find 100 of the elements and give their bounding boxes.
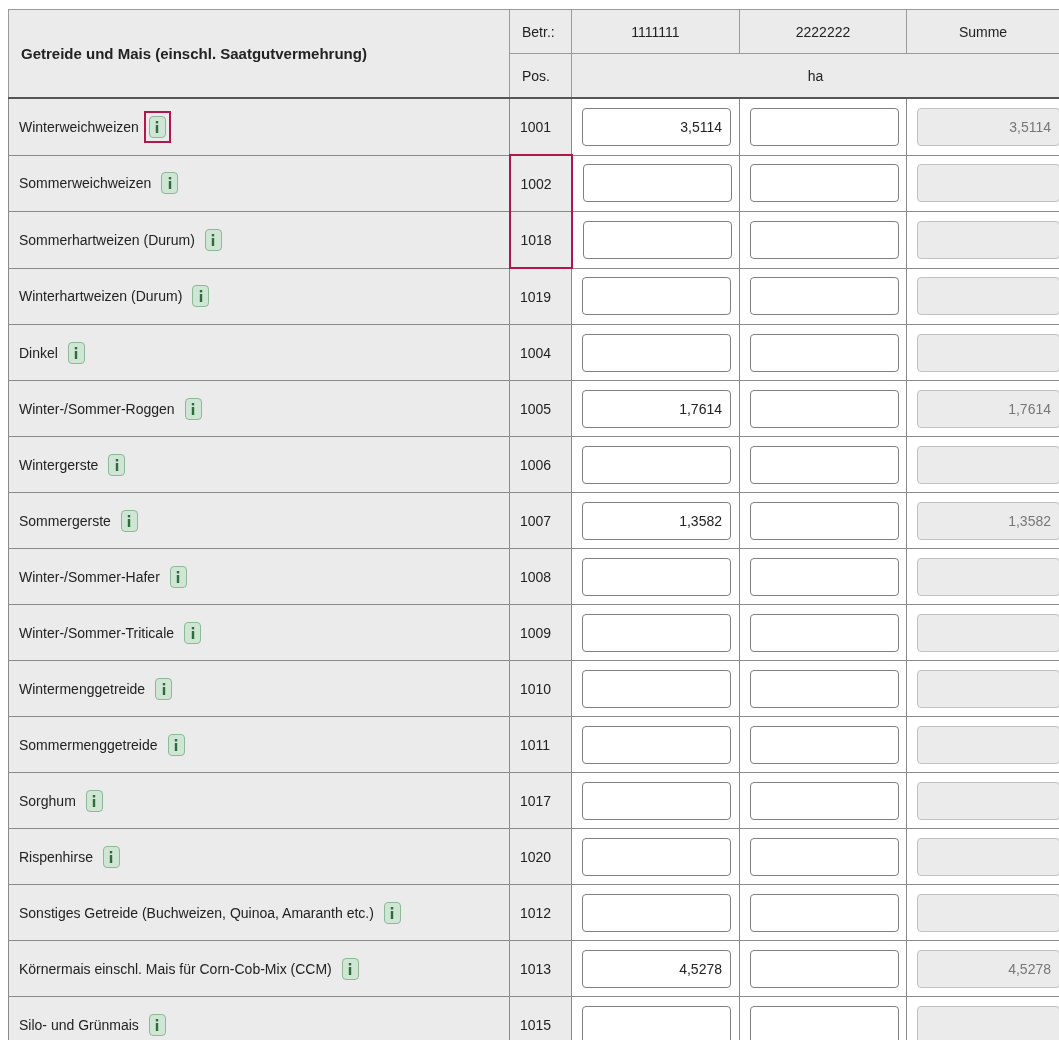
info-button[interactable]: [67, 341, 85, 364]
info-button[interactable]: [161, 172, 179, 195]
area-input[interactable]: [582, 781, 731, 820]
area-input[interactable]: [582, 333, 731, 372]
column-header: Summe: [906, 9, 1059, 54]
sum-field[interactable]: 1,7614: [917, 389, 1059, 428]
info-button[interactable]: [102, 845, 120, 868]
sum-field[interactable]: [917, 333, 1059, 372]
sum-field[interactable]: [917, 725, 1059, 764]
sum-field[interactable]: [917, 893, 1059, 932]
area-input[interactable]: 3,5114: [582, 107, 731, 146]
info-button[interactable]: [184, 621, 202, 644]
area-input[interactable]: 1,3582: [582, 501, 731, 540]
info-button[interactable]: [120, 509, 138, 532]
area-input[interactable]: 1,7614: [582, 389, 731, 428]
area-input[interactable]: [750, 725, 899, 764]
info-icon: [109, 850, 114, 863]
area-input[interactable]: [750, 893, 899, 932]
position-cell: 1007: [509, 492, 572, 549]
info-icon: [127, 514, 132, 527]
area-input[interactable]: [750, 164, 899, 203]
info-button[interactable]: [341, 957, 359, 980]
area-input[interactable]: [750, 613, 899, 652]
area-input[interactable]: [582, 1005, 731, 1040]
area-input[interactable]: [582, 557, 731, 596]
area-input[interactable]: [750, 781, 899, 820]
area-input[interactable]: [582, 220, 732, 259]
info-button[interactable]: [204, 228, 222, 251]
sum-field[interactable]: 1,3582: [917, 501, 1059, 540]
info-icon: [191, 402, 196, 415]
sum-field[interactable]: 4,5278: [917, 949, 1059, 988]
info-button[interactable]: [167, 733, 185, 756]
info-button[interactable]: [184, 397, 202, 420]
info-button[interactable]: [383, 901, 401, 924]
position-cell: 1017: [509, 772, 572, 829]
area-input[interactable]: [750, 277, 899, 316]
sum-field[interactable]: [917, 837, 1059, 876]
area-input[interactable]: [582, 164, 732, 203]
position-cell: 1010: [509, 660, 572, 717]
sum-field[interactable]: [917, 781, 1059, 820]
area-input[interactable]: [750, 949, 899, 988]
column-header: 1111111: [571, 9, 740, 54]
info-button[interactable]: [192, 285, 210, 308]
position-cell: 1015: [509, 996, 572, 1040]
info-icon: [74, 346, 79, 359]
column-header: Betr.:: [509, 9, 572, 54]
info-button[interactable]: [85, 789, 103, 812]
column-header: Pos.: [509, 53, 572, 98]
info-icon: [176, 570, 181, 583]
area-input[interactable]: [582, 613, 731, 652]
crop-name: Wintergerste: [19, 456, 99, 473]
area-input[interactable]: 4,5278: [582, 949, 731, 988]
info-button[interactable]: [108, 453, 126, 476]
info-icon: [92, 794, 97, 807]
info-button[interactable]: [148, 115, 166, 138]
area-input[interactable]: [750, 220, 899, 259]
unit-header: ha: [571, 53, 1059, 98]
sum-field[interactable]: [917, 445, 1059, 484]
area-input[interactable]: [582, 725, 731, 764]
area-input[interactable]: [750, 837, 899, 876]
sum-field[interactable]: [917, 669, 1059, 708]
area-input[interactable]: [750, 389, 899, 428]
area-input[interactable]: [750, 107, 899, 146]
crop-name: Sorghum: [19, 792, 76, 809]
sum-field[interactable]: [917, 220, 1059, 259]
area-input[interactable]: [750, 333, 899, 372]
area-input[interactable]: [582, 893, 731, 932]
area-input[interactable]: [582, 837, 731, 876]
sum-field[interactable]: [917, 557, 1059, 596]
position-cell: 1019: [509, 268, 572, 325]
crop-name: Sommerweichweizen: [19, 175, 152, 192]
position-cell: 1002: [509, 155, 572, 212]
crop-name: Sommermenggetreide: [19, 736, 158, 753]
info-button[interactable]: [169, 565, 187, 588]
position-cell: 1001: [509, 98, 572, 155]
position-cell: 1012: [509, 884, 572, 941]
area-input[interactable]: [750, 1005, 899, 1040]
sum-field[interactable]: [917, 1005, 1059, 1040]
area-input[interactable]: [750, 557, 899, 596]
crop-name: Sommergerste: [19, 512, 111, 529]
area-input[interactable]: [750, 445, 899, 484]
sum-field[interactable]: [917, 277, 1059, 316]
area-input[interactable]: [582, 445, 731, 484]
info-icon: [348, 962, 353, 975]
area-input[interactable]: [750, 669, 899, 708]
info-icon: [211, 233, 216, 246]
info-button[interactable]: [155, 677, 173, 700]
info-button[interactable]: [148, 1013, 166, 1036]
position-cell: 1011: [509, 716, 572, 773]
area-input[interactable]: [582, 669, 731, 708]
sum-field[interactable]: [917, 164, 1059, 203]
area-input[interactable]: [750, 501, 899, 540]
crop-name: Winter-/Sommer-Triticale: [19, 624, 175, 641]
crop-name: Silo- und Grünmais: [19, 1016, 139, 1033]
table-title: Getreide und Mais (einschl. Saatgutvermehrung): [8, 9, 510, 98]
info-icon: [167, 177, 172, 190]
position-cell: 1006: [509, 436, 572, 493]
sum-field[interactable]: [917, 613, 1059, 652]
sum-field[interactable]: 3,5114: [917, 107, 1059, 146]
area-input[interactable]: [582, 277, 731, 316]
